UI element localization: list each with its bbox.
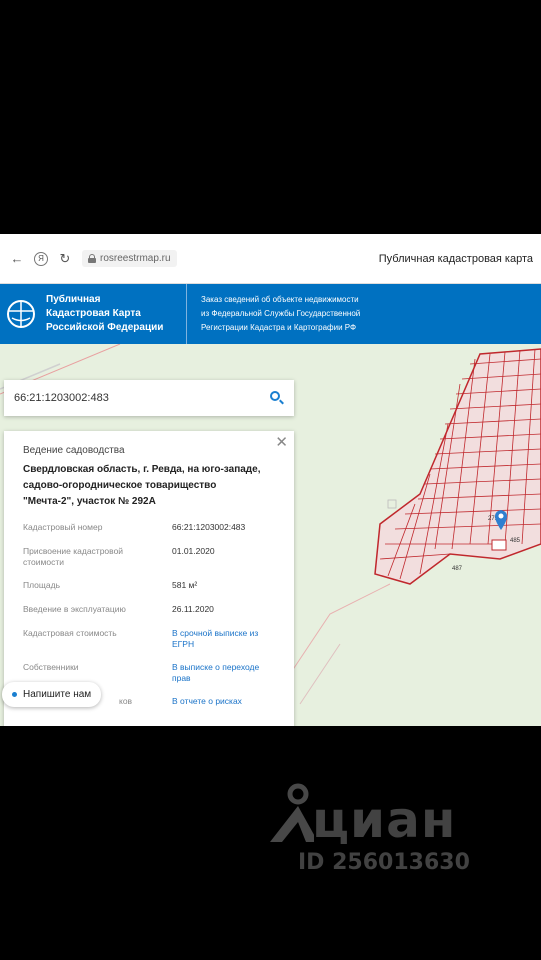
reload-icon[interactable]: ↻ — [54, 248, 76, 270]
close-icon[interactable]: ✕ — [275, 435, 288, 451]
logo-line-2: Кадастровая Карта — [46, 308, 141, 319]
page-title: Публичная кадастровая карта — [378, 252, 533, 265]
risk-report-link[interactable]: В отчете о рисках — [172, 696, 274, 720]
attr-label: Присвоение кадастровой стоимости — [23, 546, 124, 567]
chat-button[interactable]: Напишите нам — [2, 682, 102, 707]
plot-label-485: 485 — [510, 538, 521, 544]
egrn-link[interactable]: В срочной выписке из ЕГРН — [172, 628, 274, 662]
lock-icon — [88, 254, 96, 263]
attr-label: Введение в эксплуатацию — [23, 604, 126, 614]
plot-label-487: 487 — [452, 566, 463, 572]
url-text: rosreestrmap.ru — [100, 253, 171, 264]
desc-line-2: из Федеральной Службы Государственной — [201, 309, 361, 318]
attr-value: 26.11.2020 — [172, 604, 214, 614]
header-description: Заказ сведений об объекте недвижимости и… — [187, 293, 360, 335]
address-line-2: садово-огородническое товарищество — [23, 480, 217, 491]
attr-value: 581 м² — [172, 580, 198, 590]
attr-value: 01.01.2020 — [172, 546, 215, 556]
object-type: Ведение садоводства — [23, 445, 125, 456]
attr-valuation-date: Присвоение кадастровой стоимости 01.01.2… — [23, 546, 274, 580]
watermark-id: ID 256013630 — [298, 850, 470, 875]
attr-area: Площадь 581 м² — [23, 580, 274, 604]
ownership-transfer-link[interactable]: В выписке о переходе прав — [172, 662, 274, 696]
attr-label: Площадь — [23, 580, 61, 590]
emblem-icon — [7, 300, 35, 328]
search-panel — [4, 380, 294, 416]
desc-line-3: Регистрации Кадастра и Картографии РФ — [201, 323, 357, 332]
site-header: Публичная Кадастровая Карта Российской Ф… — [0, 284, 541, 344]
attr-commissioning: Введение в эксплуатацию 26.11.2020 — [23, 604, 274, 628]
watermark-brand: циан — [312, 791, 457, 849]
attr-cadastral-value: Кадастровая стоимость В срочной выписке … — [23, 628, 274, 662]
desc-line-1: Заказ сведений об объекте недвижимости — [201, 295, 359, 304]
attr-value: 66:21:1203002:483 — [172, 522, 246, 532]
logo-text: Публичная Кадастровая Карта Российской Ф… — [46, 293, 163, 335]
logo-line-1: Публичная — [46, 294, 101, 305]
search-input[interactable] — [14, 392, 270, 404]
cian-pin-icon — [270, 783, 314, 842]
address-line-1: Свердловская область, г. Ревда, на юго-з… — [23, 464, 261, 475]
site-logo[interactable]: Публичная Кадастровая Карта Российской Ф… — [0, 284, 187, 344]
address-line-3: "Мечта-2", участок № 292А — [23, 496, 156, 507]
yandex-icon[interactable]: Я — [34, 251, 48, 266]
online-dot-icon — [12, 692, 17, 697]
object-address: Свердловская область, г. Ревда, на юго-з… — [23, 462, 274, 510]
attr-label: Кадастровый номер — [23, 522, 103, 532]
chat-label: Напишите нам — [23, 689, 92, 700]
browser-bar: ← Я ↻ rosreestrmap.ru Публичная кадастро… — [0, 234, 541, 284]
attr-cadastral-number: Кадастровый номер 66:21:1203002:483 — [23, 522, 274, 546]
back-arrow-icon[interactable]: ← — [6, 248, 28, 270]
logo-line-3: Российской Федерации — [46, 322, 164, 333]
screenshot-area: ← Я ↻ rosreestrmap.ru Публичная кадастро… — [0, 234, 541, 726]
search-icon[interactable] — [270, 391, 284, 405]
address-bar[interactable]: rosreestrmap.ru — [82, 250, 177, 267]
watermark: циан ID 256013630 — [262, 780, 502, 880]
attr-label: Кадастровая стоимость — [23, 628, 117, 638]
